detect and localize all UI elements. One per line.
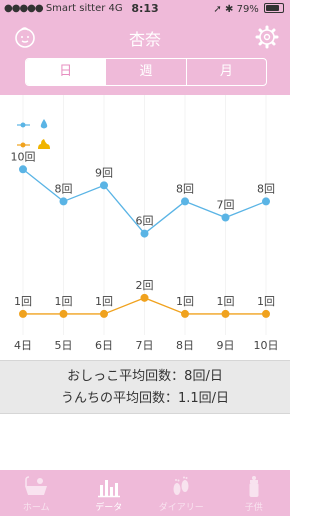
bath-icon — [25, 476, 48, 495]
x-tick-label: 10日 — [254, 339, 279, 352]
data-label: 1回 — [257, 295, 275, 308]
x-tick-label: 5日 — [55, 339, 73, 352]
data-point — [100, 309, 108, 318]
x-tick-label: 7日 — [136, 339, 154, 352]
data-point — [181, 197, 189, 206]
tab-home[interactable]: ホーム — [0, 470, 73, 516]
tab-home-label: ホーム — [22, 503, 50, 513]
data-label: 8回 — [176, 182, 194, 195]
status-right: ➚ ✱ 79% — [213, 3, 284, 15]
x-tick-label: 6日 — [95, 339, 113, 352]
tab-child[interactable]: 子供 — [218, 470, 291, 516]
data-label: 10回 — [11, 150, 36, 163]
legend-marker — [20, 122, 26, 128]
data-point — [59, 309, 68, 318]
tab-diary[interactable]: ダイアリー — [145, 470, 218, 516]
tab-week[interactable]: 週 — [105, 59, 185, 85]
data-label: 1回 — [55, 295, 73, 308]
data-label: 1回 — [176, 295, 194, 308]
x-tick-label: 8日 — [176, 339, 194, 352]
pee-average-text: おしっこ平均回数：8回/日 — [67, 369, 223, 384]
x-tick-label: 9日 — [217, 339, 235, 352]
status-bar: ●●●●● Smart sitter 4G 8:13 ➚ ✱ 79% — [0, 0, 290, 18]
data-point — [140, 293, 149, 302]
data-point — [221, 309, 230, 318]
data-point — [262, 309, 270, 318]
tab-child-label: 子供 — [244, 503, 263, 513]
data-point — [100, 181, 108, 190]
data-point — [19, 309, 27, 318]
battery-percent: 79% — [236, 4, 259, 15]
gear-icon[interactable] — [254, 24, 280, 50]
tab-day[interactable]: 日 — [26, 59, 106, 85]
excretion-line-chart: 10回 8回 9回 6回 8回 7回 8回 1回 1回 1回 2回 1回 1回 1回 4日 5日 6日 7日 8日… — [11, 95, 279, 352]
page-title: 杏奈 — [128, 30, 161, 49]
data-point — [59, 197, 68, 206]
tab-month[interactable]: 月 — [185, 59, 266, 85]
tab-data-label: データ — [95, 503, 123, 513]
tab-diary-label: ダイアリー — [158, 503, 204, 513]
x-tick-label: 4日 — [14, 339, 32, 352]
poop-icon — [38, 139, 50, 149]
baby-bottle-icon — [249, 476, 259, 497]
location-arrow-icon: ➚ — [213, 4, 222, 15]
bluetooth-icon: ✱ — [225, 4, 234, 15]
data-label: 1回 — [95, 295, 113, 308]
data-point — [140, 229, 149, 238]
tab-data[interactable]: データ — [73, 470, 146, 516]
footprints-icon — [173, 476, 189, 495]
data-point — [181, 309, 189, 318]
data-point — [19, 165, 27, 174]
bar-chart-icon — [97, 480, 120, 498]
battery-icon — [264, 3, 284, 13]
data-label: 1回 — [217, 295, 235, 308]
header-bar: 杏奈 — [0, 18, 290, 58]
period-selector-area: 日 週 月 — [0, 58, 290, 95]
data-point — [221, 213, 230, 222]
data-label: 8回 — [257, 182, 275, 195]
data-label: 1回 — [14, 295, 32, 308]
data-label: 6回 — [136, 215, 154, 228]
data-label: 2回 — [136, 279, 154, 292]
data-label: 7回 — [217, 199, 235, 212]
poop-average-text: うんちの平均回数：1.1回/日 — [60, 391, 230, 406]
water-drop-icon — [40, 119, 48, 129]
period-segmented-control: 日 週 月 — [25, 58, 267, 86]
data-label: 9回 — [95, 166, 113, 179]
tab-bar: ホーム データ ダイアリー 子供 — [0, 470, 290, 516]
summary-panel: おしっこ平均回数：8回/日 うんちの平均回数：1.1回/日 — [0, 360, 290, 414]
data-label: 8回 — [55, 182, 73, 195]
data-point — [262, 197, 270, 206]
legend-marker — [20, 142, 26, 148]
